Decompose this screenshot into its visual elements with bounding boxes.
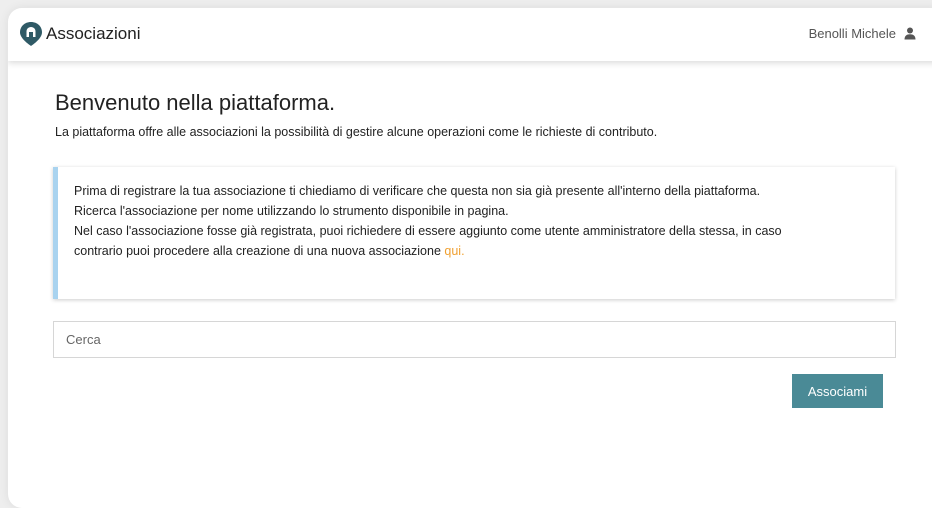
create-association-link[interactable]: qui. (444, 244, 464, 258)
associami-button[interactable]: Associami (792, 374, 883, 408)
user-name: Benolli Michele (808, 26, 896, 41)
info-line-1: Prima di registrare la tua associazione … (74, 184, 761, 198)
app-window: Associazioni Benolli Michele Benvenuto n… (8, 8, 932, 508)
user-icon (904, 27, 916, 40)
info-line-4: contrario puoi procedere alla creazione … (74, 241, 895, 261)
info-line-3: Nel caso l'associazione fosse già regist… (74, 224, 782, 238)
info-line-4-text: contrario puoi procedere alla creazione … (74, 244, 441, 258)
page-title: Benvenuto nella piattaforma. (55, 90, 336, 115)
user-menu[interactable]: Benolli Michele (809, 26, 916, 41)
intro-text: La piattaforma offre alle associazioni l… (55, 125, 658, 139)
info-line-2: Ricerca l'associazione per nome utilizza… (74, 204, 509, 218)
map-pin-logo-icon (20, 22, 42, 46)
info-callout: Prima di registrare la tua associazione … (53, 167, 895, 299)
search-input[interactable] (53, 321, 896, 358)
brand-title: Associazioni (46, 24, 141, 43)
brand-link[interactable]: Associazioni (19, 21, 141, 47)
top-navbar: Associazioni Benolli Michele (8, 8, 932, 61)
